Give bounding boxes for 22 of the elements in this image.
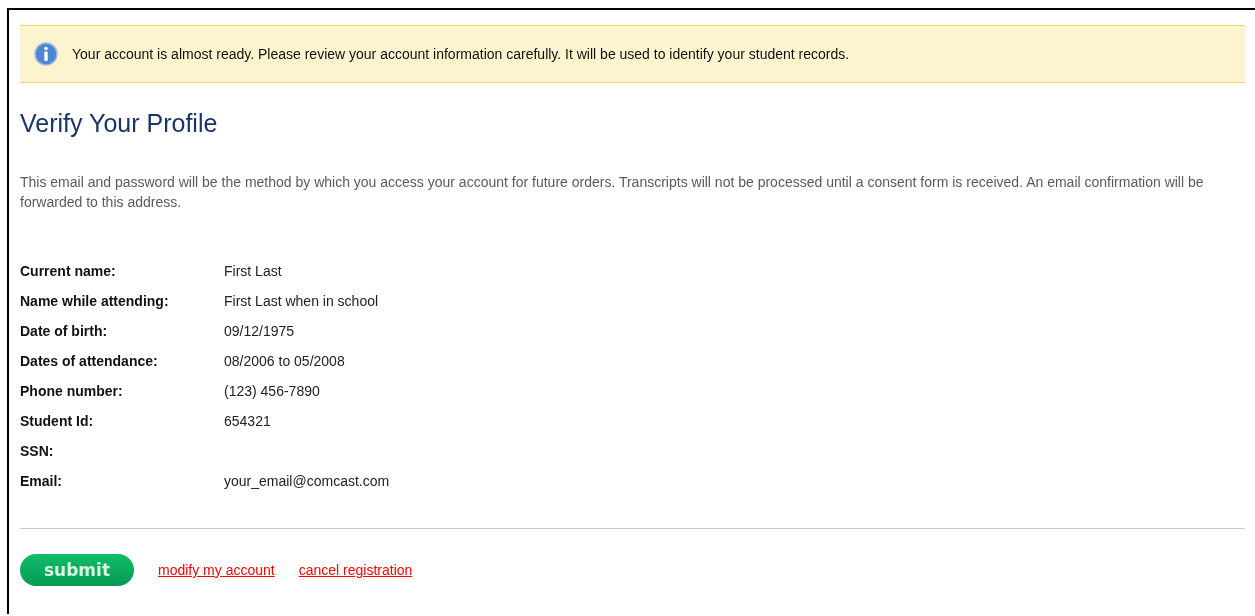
field-label: Phone number: — [20, 383, 124, 399]
field-value: (123) 456-7890 — [224, 383, 321, 399]
field-value: First Last when in school — [224, 293, 380, 309]
info-icon — [34, 42, 58, 66]
field-label: Student Id: — [20, 413, 95, 429]
field-label: Date of birth: — [20, 323, 109, 339]
field-label: Current name: — [20, 263, 117, 279]
field-label: Name while attending: — [20, 293, 170, 309]
field-value: 09/12/1975 — [224, 323, 296, 339]
page-title: Verify Your Profile — [20, 109, 219, 138]
field-value: 654321 — [224, 413, 272, 429]
action-link[interactable]: modify my account — [158, 562, 275, 578]
field-value: First Last — [224, 263, 283, 279]
notice-text: Your account is almost ready. Please review your account information carefully. It will be used to identify your student records. — [72, 46, 850, 62]
submit-button[interactable]: submit — [20, 554, 134, 586]
field-label: Email: — [20, 473, 63, 489]
action-link[interactable]: cancel registration — [298, 562, 413, 578]
description-text: This email and password will be the method by which you access your account for future orders. Transcripts will not be processed until a consent form is received. An email confirmation will be forwarded to this address. — [20, 173, 1205, 212]
field-label: Dates of attendance: — [20, 353, 159, 369]
field-label: SSN: — [20, 443, 55, 459]
field-value: your_email@comcast.com — [224, 473, 390, 489]
field-value: 08/2006 to 05/2008 — [224, 353, 346, 369]
